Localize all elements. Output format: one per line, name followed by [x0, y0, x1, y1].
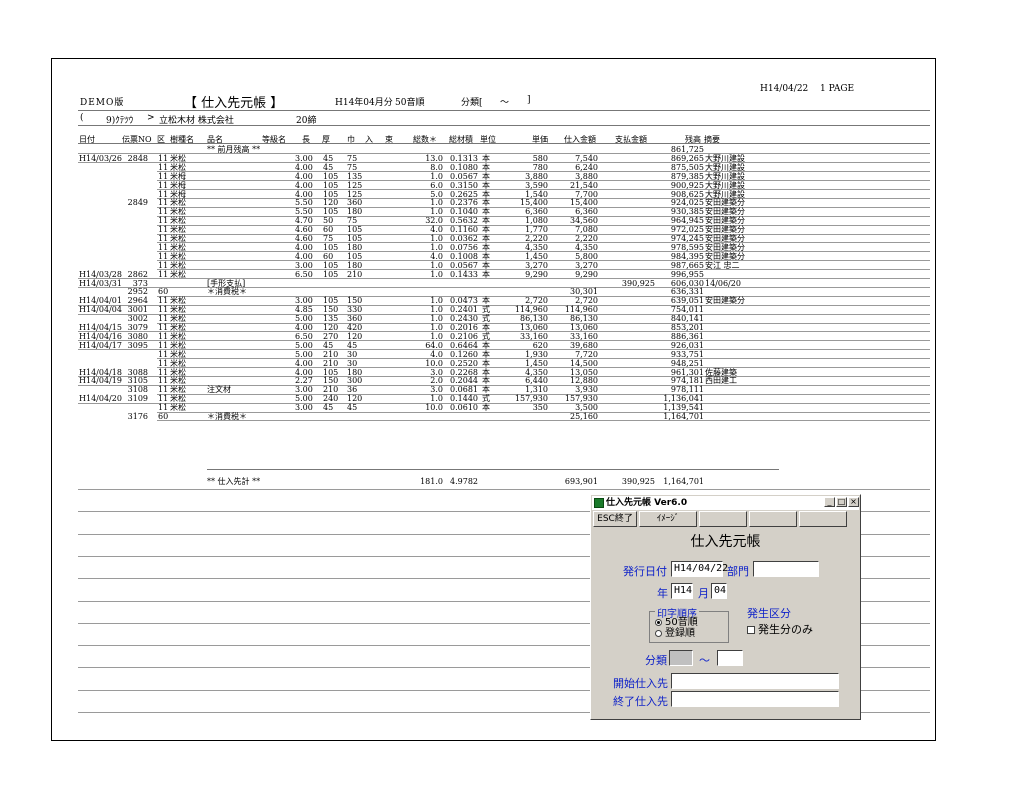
cell-no: 2849: [127, 198, 148, 208]
year-field[interactable]: H14: [671, 583, 693, 599]
bunrui-to-field[interactable]: [717, 650, 743, 666]
total-label: ** 仕入先計 **: [207, 477, 261, 486]
radio-50on[interactable]: [655, 618, 662, 626]
dialog-heading: 仕入先元帳: [690, 534, 761, 550]
dialog-toolbar: ESC終了 ｲﾒｰｼﾞ: [593, 511, 858, 527]
total-volume: 4.9782: [450, 477, 478, 486]
total-top-rule: [207, 469, 779, 470]
start-supplier-label: 開始仕入先: [613, 677, 668, 690]
column-rule: [78, 143, 930, 144]
dept-label: 部門: [727, 565, 749, 578]
minimize-button[interactable]: _: [824, 497, 835, 507]
supplier-open: (: [80, 113, 84, 123]
dept-field[interactable]: [753, 561, 819, 577]
cell-no: 2952: [127, 287, 148, 297]
bunrui-tilde: 〜: [699, 654, 710, 667]
dialog-title: 仕入先元帳 Ver6.0: [606, 498, 688, 508]
maximize-button[interactable]: □: [836, 497, 847, 507]
cell-no: 3002: [127, 314, 148, 324]
total-qty: 181.0: [420, 477, 443, 486]
order-option-registered[interactable]: 登録順: [655, 628, 695, 639]
total-payment: 390,925: [621, 477, 655, 486]
report-bunrui-tilde: 〜: [500, 98, 510, 108]
report-period: H14年04月分: [335, 98, 393, 108]
end-supplier-field[interactable]: [671, 691, 839, 707]
dialog-titlebar[interactable]: 仕入先元帳 Ver6.0 _ □ ×: [592, 496, 859, 510]
report-page: 1 PAGE: [820, 84, 855, 94]
issue-date-label: 発行日付: [623, 565, 667, 578]
total-balance: 1,164,701: [663, 477, 704, 486]
month-label: 月: [698, 587, 709, 600]
report-sort: 50音順: [395, 98, 425, 108]
row-separator: [157, 420, 930, 422]
report-bunrui-close: ]: [527, 95, 531, 105]
total-row: ** 仕入先計 ** 181.0 4.9782 693,901 390,925 …: [52, 477, 935, 486]
report-date: H14/04/22: [760, 84, 809, 94]
ledger-dialog: 仕入先元帳 Ver6.0 _ □ × ESC終了 ｲﾒｰｼﾞ 仕入先元帳 発行日…: [590, 494, 861, 720]
occur-only-checkbox[interactable]: 発生分のみ: [747, 621, 813, 637]
app-icon: [594, 498, 604, 508]
start-supplier-field[interactable]: [671, 673, 839, 689]
image-button[interactable]: ｲﾒｰｼﾞ: [639, 511, 697, 527]
esc-exit-button[interactable]: ESC終了: [593, 511, 637, 527]
month-field[interactable]: 04: [711, 583, 727, 599]
demo-label: DEMO版: [80, 98, 125, 108]
report-bunrui: 分類[: [461, 98, 483, 108]
toolbar-blank-button-3[interactable]: [799, 511, 847, 527]
occur-label: 発生区分: [747, 607, 791, 620]
bunrui-label: 分類: [645, 654, 667, 667]
toolbar-blank-button-2[interactable]: [749, 511, 797, 527]
header-rule-2: [78, 125, 930, 126]
close-button[interactable]: ×: [848, 497, 859, 507]
blank-ruled-line: [78, 489, 930, 490]
supplier-arrow: >: [147, 113, 155, 123]
order-option-50on[interactable]: 50音順: [655, 617, 698, 628]
bunrui-from-field[interactable]: [669, 650, 693, 666]
radio-registered[interactable]: [655, 629, 662, 637]
toolbar-blank-button-1[interactable]: [699, 511, 747, 527]
end-supplier-label: 終了仕入先: [613, 695, 668, 708]
cell-no: 3176: [127, 412, 148, 421]
report-title: 【 仕入先元帳 】: [184, 96, 284, 111]
cell-no: 3108: [127, 385, 148, 395]
occur-only-box[interactable]: [747, 626, 755, 634]
header-rule: [78, 110, 930, 111]
total-amount: 693,901: [564, 477, 598, 486]
issue-date-field[interactable]: H14/04/22: [671, 561, 728, 577]
year-label: 年: [657, 587, 668, 600]
